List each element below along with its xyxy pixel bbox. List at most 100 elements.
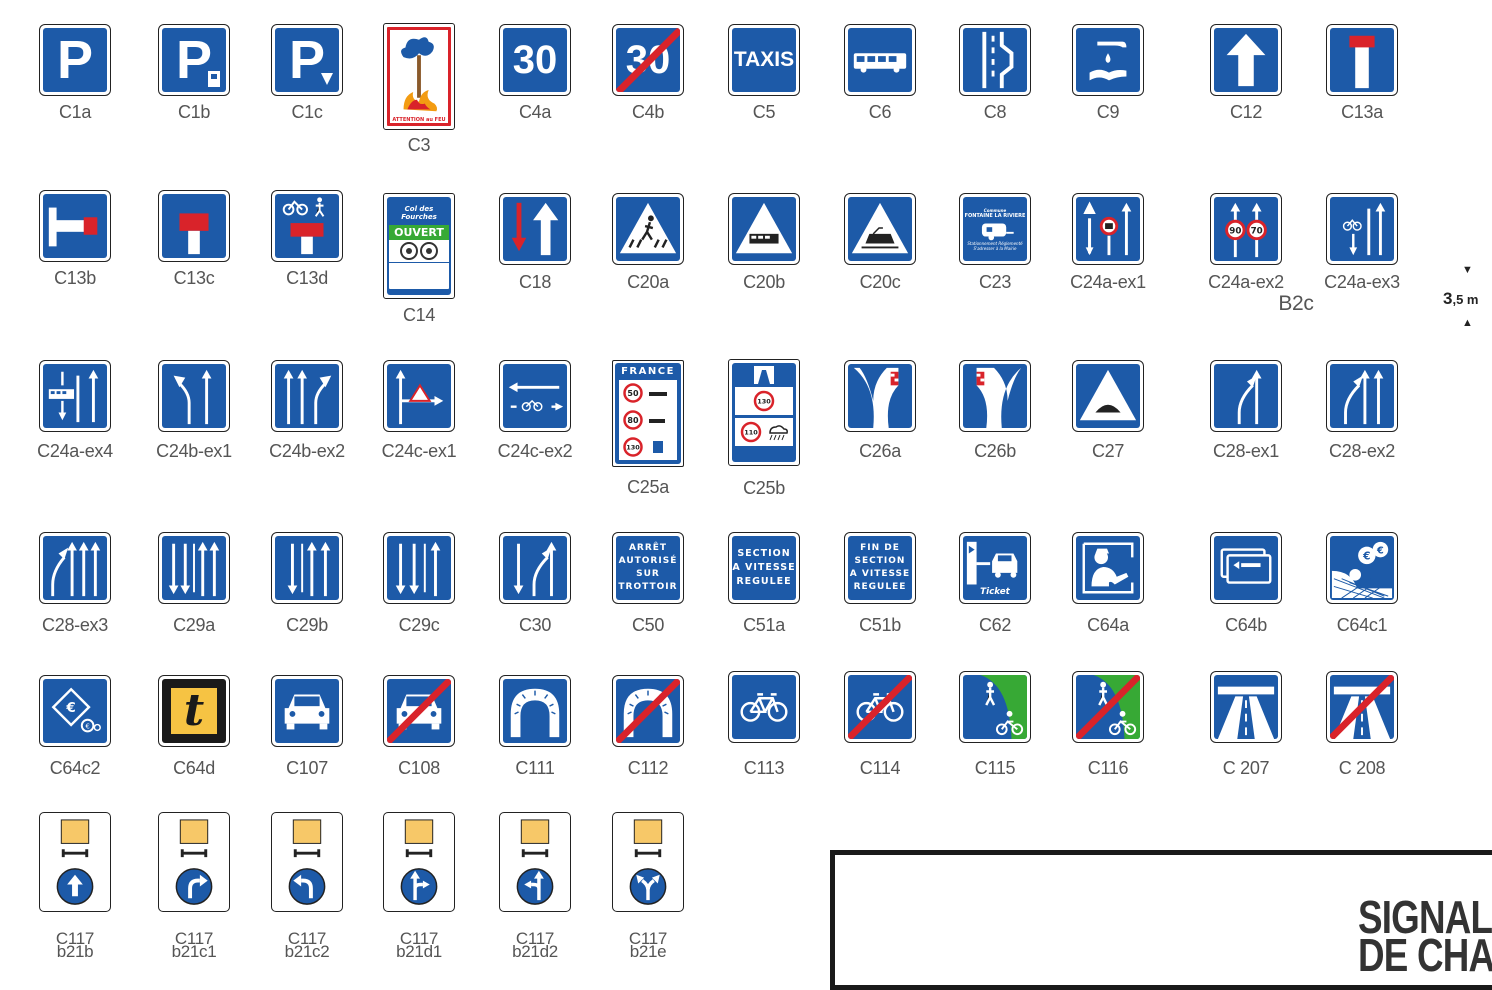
label-c62: C62 (978, 615, 1012, 635)
lanes-2-1-icon (395, 541, 441, 597)
label-c116: C116 (1087, 758, 1129, 778)
label-c26a: C26a (859, 441, 901, 461)
lane-bike-contraflow-icon (508, 382, 564, 412)
euro-symbol: € (65, 700, 75, 716)
label-c208: C 208 (1338, 758, 1386, 778)
added-lane-3-icon (51, 541, 101, 597)
sign-c18 (499, 193, 571, 265)
sign-c107 (271, 675, 343, 747)
car-road-icon (284, 694, 330, 730)
sign-c9 (1072, 24, 1144, 96)
sign-c26b (959, 360, 1031, 432)
sign-c26a (844, 360, 916, 432)
sign-c25a: FRANCE 50 80 130 (612, 360, 684, 467)
speed-limit-road: 80 (623, 410, 665, 430)
sign-c4b: 30 (612, 24, 684, 96)
toll-coins-icon: € € (1331, 541, 1393, 599)
label-c20b: C20b (743, 272, 785, 292)
sign-c114 (844, 671, 916, 743)
label-c4b: C4b (631, 102, 665, 122)
label-c207: C 207 (1222, 758, 1270, 778)
sign-c24c-ex2 (499, 360, 571, 432)
dead-end-t-icon (179, 213, 209, 255)
snow-chains-icon (400, 242, 438, 260)
euro-symbol: € (1362, 549, 1370, 562)
label-c1b: C1b (177, 102, 211, 122)
label-c64c1: C64c1 (1336, 615, 1388, 635)
emergency-lane-left-icon (853, 367, 899, 428)
sign-c8 (959, 24, 1031, 96)
sign-c117-b21e (612, 812, 684, 912)
svg-text:80: 80 (627, 416, 639, 425)
sign-c207 (1210, 671, 1282, 743)
label-c25a: C25a (627, 477, 669, 497)
label-c108: C108 (398, 758, 440, 778)
sign-c4a: 30 (499, 24, 571, 96)
label-c51a: C51a (743, 615, 785, 635)
sign-c30 (499, 532, 571, 604)
bike-lane-icon (740, 693, 788, 722)
svg-text:50: 50 (627, 389, 639, 398)
sign-c208 (1326, 671, 1398, 743)
label-c25b: C25b (743, 478, 785, 498)
sign-c51b: FIN DE SECTION A VITESSE REGULEE (844, 532, 916, 604)
svg-text:€: € (85, 722, 89, 730)
lane-bike-icon (1342, 202, 1386, 256)
forest-fire-icon: ATTENTION au FEU (392, 37, 446, 123)
end-greenway-icon (1076, 675, 1140, 739)
svg-text:130: 130 (626, 443, 640, 451)
sign-c24a-ex4 (39, 360, 111, 432)
lane-bus-icon (48, 369, 99, 423)
label-c13d: C13d (286, 268, 328, 288)
label-c29a: C29a (173, 615, 215, 635)
sign-c64d: t (158, 675, 230, 747)
sign-c6 (844, 24, 916, 96)
label-c24c-ex1: C24c-ex1 (381, 441, 457, 461)
label-c9: C9 (1096, 102, 1120, 122)
c51b-line1: FIN DE (860, 543, 900, 553)
sign-c117-b21b (39, 812, 111, 912)
pay-terminal-icon (208, 71, 220, 87)
sign-c25b: 130 110 (728, 359, 800, 466)
motorway-start-icon (1217, 686, 1275, 739)
parking-letter: P (56, 30, 94, 90)
speed-limit-motorway: 130 (623, 436, 663, 457)
label-c64c2: C64c2 (49, 758, 101, 778)
sign-c13a (1326, 24, 1398, 96)
label-c6: C6 (868, 102, 892, 122)
dead-end-icon (1349, 35, 1375, 89)
lane-speed-2: 70 (1251, 226, 1263, 236)
country-name: FRANCE (621, 366, 675, 377)
lanes-2-2-icon (168, 541, 220, 597)
priority-over-oncoming-icon (511, 202, 559, 256)
tunnel-icon (510, 688, 560, 738)
sign-c51a: SECTION A VITESSE REGULEE (728, 532, 800, 604)
telepeage-logo: t (171, 688, 217, 734)
dangerous-goods-left-icon (288, 819, 326, 905)
passing-place-icon (982, 31, 1014, 89)
sign-c20b (728, 193, 800, 265)
svg-text:110: 110 (744, 429, 758, 437)
speed-value: 30 (512, 37, 558, 82)
scale-arrow-up: ▲ (1462, 317, 1473, 329)
sign-c62: Ticket (959, 532, 1031, 604)
dangerous-goods-left-right-icon (629, 819, 667, 905)
sign-c12 (1210, 24, 1282, 96)
label-c13a: C13a (1341, 102, 1383, 122)
label-c24a-ex1: C24a-ex1 (1070, 272, 1146, 292)
motorway-icon (754, 366, 774, 384)
lanes-1-2-icon (287, 541, 331, 597)
sign-c117-b21d1 (383, 812, 455, 912)
label-c113: C113 (743, 758, 785, 778)
sign-c64a (1072, 532, 1144, 604)
lane-direction-icon (395, 369, 444, 425)
lanes-straight-right-icon (283, 369, 332, 425)
one-way-arrow-icon (1226, 33, 1266, 87)
sign-c13b (39, 190, 111, 262)
label-c26b: C26b (974, 441, 1016, 461)
rain-cloud-icon (769, 425, 788, 441)
label-c117-b21d1: C117 b21d1 (396, 929, 442, 961)
label-c28-ex1: C28-ex1 (1213, 441, 1279, 461)
sign-c64c2: € € (39, 675, 111, 747)
sign-c24a-ex2: 90 70 (1210, 193, 1282, 265)
